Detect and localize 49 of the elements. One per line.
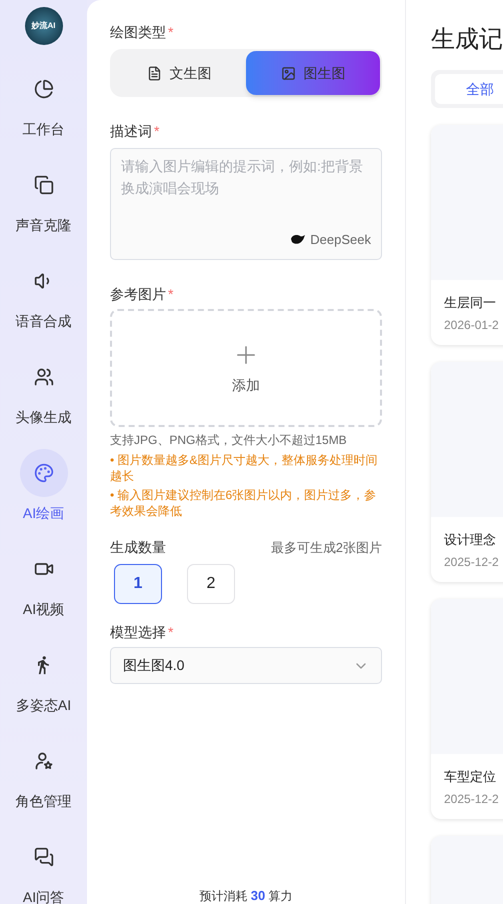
field-label: 生成数量	[110, 538, 166, 557]
filter-tab[interactable]: 全部	[435, 74, 503, 104]
required-mark: *	[154, 123, 160, 139]
field-label: 绘图类型*	[110, 23, 174, 42]
chat-bubbles-icon	[34, 847, 54, 867]
prompt-textarea[interactable]: 请输入图片编辑的提示词，例如:把背景换成演唱会现场 DeepSeek	[110, 148, 382, 260]
field-label: 参考图片*	[110, 285, 174, 304]
type-tab[interactable]: 文生图	[112, 51, 246, 95]
field-label: 模型选择*	[110, 623, 174, 642]
copy-icon	[34, 175, 54, 195]
document-icon	[146, 66, 162, 80]
upload-area[interactable]: 添加	[110, 309, 382, 427]
nav-item[interactable]: 声音克隆	[16, 161, 72, 236]
user-star-icon	[34, 751, 54, 771]
nav-item[interactable]: 角色管理	[16, 737, 72, 812]
record-title: 生层同一	[444, 294, 497, 312]
logo[interactable]: 妙流AI	[24, 7, 62, 45]
image-icon	[280, 66, 296, 80]
warning-note: • 输入图片建议控制在6张图片以内，图片过多，参考效果会降低	[110, 487, 378, 519]
nav-item[interactable]: 头像生成	[16, 353, 72, 428]
record-card[interactable]: 车型定位 2025-12-2	[431, 599, 503, 819]
deepseek-badge[interactable]: DeepSeek	[290, 230, 371, 249]
nav-item[interactable]: AI问答	[20, 833, 68, 904]
required-mark: *	[168, 624, 174, 640]
users-icon	[34, 367, 54, 387]
record-card[interactable]: 设计理念 2025-12-2	[431, 362, 503, 582]
record-card[interactable]: 生层同一 2026-01-2	[431, 125, 503, 345]
nav-item[interactable]: 多姿态AI	[16, 641, 72, 716]
record-title: 车型定位	[444, 768, 497, 786]
field-label: 描述词*	[110, 122, 160, 141]
count-option[interactable]: 1	[114, 564, 162, 604]
nav-item[interactable]: 语音合成	[16, 257, 72, 332]
record-date: 2025-12-2	[444, 554, 500, 570]
palette-icon	[34, 463, 54, 483]
nav-item[interactable]: AI视频	[20, 545, 68, 620]
model-select[interactable]: 图生图4.0	[110, 647, 382, 684]
record-date: 2025-12-2	[444, 790, 500, 808]
records-title: 生成记	[431, 25, 503, 55]
count-hint: 最多可生成2张图片	[270, 538, 382, 557]
record-title: 设计理念	[444, 531, 497, 549]
upload-hint: 支持JPG、PNG格式，文件大小不超过15MB	[110, 432, 348, 449]
warning-note: • 图片数量越多&图片尺寸越大，整体服务处理时间越长	[110, 452, 379, 484]
required-mark: *	[168, 24, 174, 40]
required-mark: *	[168, 286, 174, 302]
count-option[interactable]: 2	[187, 564, 235, 604]
nav-item[interactable]: 工作台	[20, 65, 68, 140]
record-date: 2026-01-2	[444, 316, 500, 334]
pie-chart-icon	[34, 79, 54, 99]
cost-estimate: 预计消耗 30 算力	[198, 888, 294, 904]
